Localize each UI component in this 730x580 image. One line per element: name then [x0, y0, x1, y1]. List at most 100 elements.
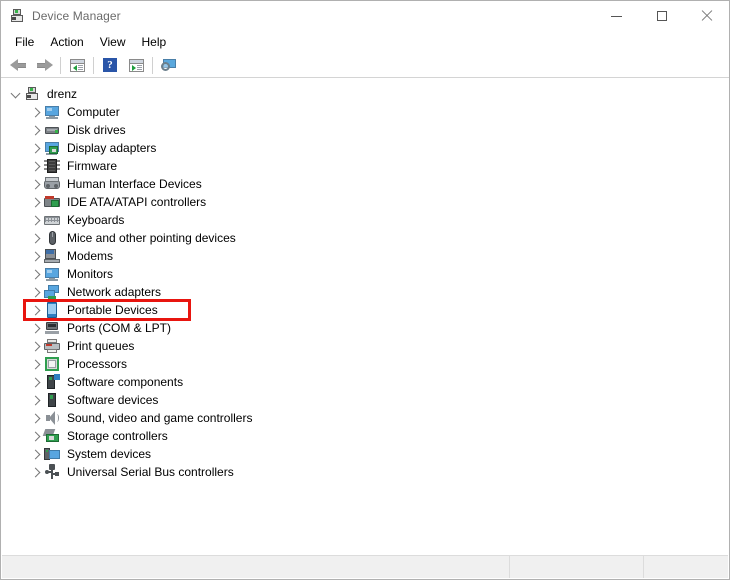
- chevron-right-icon[interactable]: [28, 320, 44, 336]
- tree-item-label: System devices: [67, 447, 152, 461]
- forward-arrow-icon: [36, 58, 53, 72]
- monitor-icon: [44, 266, 60, 282]
- disk-drive-icon: [44, 122, 60, 138]
- status-pane-main: [2, 556, 510, 578]
- modem-icon: [44, 248, 60, 264]
- tree-item-network-adapters[interactable]: Network adapters: [2, 283, 728, 301]
- tree-item-system-devices[interactable]: System devices: [2, 445, 728, 463]
- close-button[interactable]: [684, 1, 729, 31]
- chevron-right-icon[interactable]: [28, 140, 44, 156]
- hid-icon: [44, 176, 60, 192]
- help-button[interactable]: ?: [97, 54, 123, 76]
- tree-item-disk-drives[interactable]: Disk drives: [2, 121, 728, 139]
- tree-item-storage-controllers[interactable]: Storage controllers: [2, 427, 728, 445]
- port-icon: [44, 320, 60, 336]
- minimize-button[interactable]: [594, 1, 639, 31]
- chevron-right-icon[interactable]: [28, 302, 44, 318]
- tree-root-drenz[interactable]: drenz: [2, 85, 728, 103]
- chevron-right-icon[interactable]: [28, 464, 44, 480]
- chevron-right-icon[interactable]: [28, 392, 44, 408]
- status-pane-second: [510, 556, 644, 578]
- show-hidden-devices-button[interactable]: [156, 54, 182, 76]
- scan-hardware-changes-button[interactable]: [123, 54, 149, 76]
- toolbar-separator: [152, 56, 153, 74]
- tree-item-processors[interactable]: Processors: [2, 355, 728, 373]
- tree-item-mice[interactable]: Mice and other pointing devices: [2, 229, 728, 247]
- toolbar-separator: [60, 56, 61, 74]
- menu-item-action[interactable]: Action: [42, 33, 91, 51]
- forward-button[interactable]: [31, 54, 57, 76]
- tree-item-label: Software devices: [67, 393, 159, 407]
- tree-item-computer[interactable]: Computer: [2, 103, 728, 121]
- chevron-right-icon[interactable]: [28, 230, 44, 246]
- speaker-icon: [44, 410, 60, 426]
- chevron-right-icon[interactable]: [28, 104, 44, 120]
- ide-controller-icon: [44, 194, 60, 210]
- chevron-right-icon[interactable]: [28, 158, 44, 174]
- chevron-right-icon[interactable]: [28, 266, 44, 282]
- tree-item-ide-controllers[interactable]: IDE ATA/ATAPI controllers: [2, 193, 728, 211]
- chevron-right-icon[interactable]: [28, 356, 44, 372]
- tree-item-label: Processors: [67, 357, 128, 371]
- tree-item-label: Software components: [67, 375, 184, 389]
- keyboard-icon: [44, 212, 60, 228]
- tree-item-software-components[interactable]: Software components: [2, 373, 728, 391]
- tree-item-label: Storage controllers: [67, 429, 168, 443]
- tree-item-firmware[interactable]: Firmware: [2, 157, 728, 175]
- tree-item-display-adapters[interactable]: Display adapters: [2, 139, 728, 157]
- printer-icon: [44, 338, 60, 354]
- monitor-search-icon: [161, 58, 177, 72]
- chevron-right-icon[interactable]: [28, 284, 44, 300]
- storage-controller-icon: [42, 428, 60, 444]
- tree-item-label: Portable Devices: [67, 303, 158, 317]
- menu-bar: File Action View Help: [1, 31, 729, 53]
- tree-item-monitors[interactable]: Monitors: [2, 265, 728, 283]
- help-question-icon: ?: [103, 58, 117, 72]
- tree-item-human-interface-devices[interactable]: Human Interface Devices: [2, 175, 728, 193]
- toolbar-separator: [93, 56, 94, 74]
- chevron-right-icon[interactable]: [28, 410, 44, 426]
- chevron-right-icon[interactable]: [28, 212, 44, 228]
- tree-item-print-queues[interactable]: Print queues: [2, 337, 728, 355]
- menu-item-view[interactable]: View: [92, 33, 134, 51]
- tree-item-keyboards[interactable]: Keyboards: [2, 211, 728, 229]
- menu-item-help[interactable]: Help: [134, 33, 175, 51]
- tree-item-label: Firmware: [67, 159, 117, 173]
- chevron-right-icon[interactable]: [28, 338, 44, 354]
- tree-item-label: Keyboards: [67, 213, 125, 227]
- chevron-right-icon[interactable]: [28, 122, 44, 138]
- menu-item-file[interactable]: File: [7, 33, 42, 51]
- chevron-right-icon[interactable]: [28, 374, 44, 390]
- tree-item-usb-controllers[interactable]: Universal Serial Bus controllers: [2, 463, 728, 481]
- back-button[interactable]: [5, 54, 31, 76]
- tree-item-label: IDE ATA/ATAPI controllers: [67, 195, 207, 209]
- tree-item-label: Network adapters: [67, 285, 162, 299]
- tree-item-modems[interactable]: Modems: [2, 247, 728, 265]
- properties-button[interactable]: [64, 54, 90, 76]
- chevron-right-icon[interactable]: [28, 248, 44, 264]
- minimize-icon: [611, 15, 622, 17]
- software-device-icon: [44, 392, 60, 408]
- tree-item-label: Disk drives: [67, 123, 126, 137]
- tree-item-label: Modems: [67, 249, 114, 263]
- maximize-button[interactable]: [639, 1, 684, 31]
- chevron-right-icon[interactable]: [28, 194, 44, 210]
- tree-item-label: Human Interface Devices: [67, 177, 202, 191]
- chevron-down-icon[interactable]: [8, 86, 24, 102]
- chip-icon: [44, 158, 60, 174]
- device-tree-panel[interactable]: drenz Computer Disk drives Display adapt…: [2, 80, 728, 553]
- maximize-icon: [656, 11, 667, 21]
- tree-item-label: Monitors: [67, 267, 114, 281]
- device-manager-window: Device Manager File Action View Help ? d…: [0, 0, 730, 580]
- tree-item-sound-video-game-controllers[interactable]: Sound, video and game controllers: [2, 409, 728, 427]
- tree-item-software-devices[interactable]: Software devices: [2, 391, 728, 409]
- chevron-right-icon[interactable]: [28, 446, 44, 462]
- chevron-right-icon[interactable]: [28, 428, 44, 444]
- device-tree: drenz Computer Disk drives Display adapt…: [2, 80, 728, 481]
- tree-item-ports[interactable]: Ports (COM & LPT): [2, 319, 728, 337]
- tree-item-portable-devices[interactable]: Portable Devices: [2, 301, 728, 319]
- display-adapter-icon: [44, 140, 60, 156]
- usb-icon: [44, 464, 60, 480]
- chevron-right-icon[interactable]: [28, 176, 44, 192]
- network-adapter-icon: [44, 284, 60, 300]
